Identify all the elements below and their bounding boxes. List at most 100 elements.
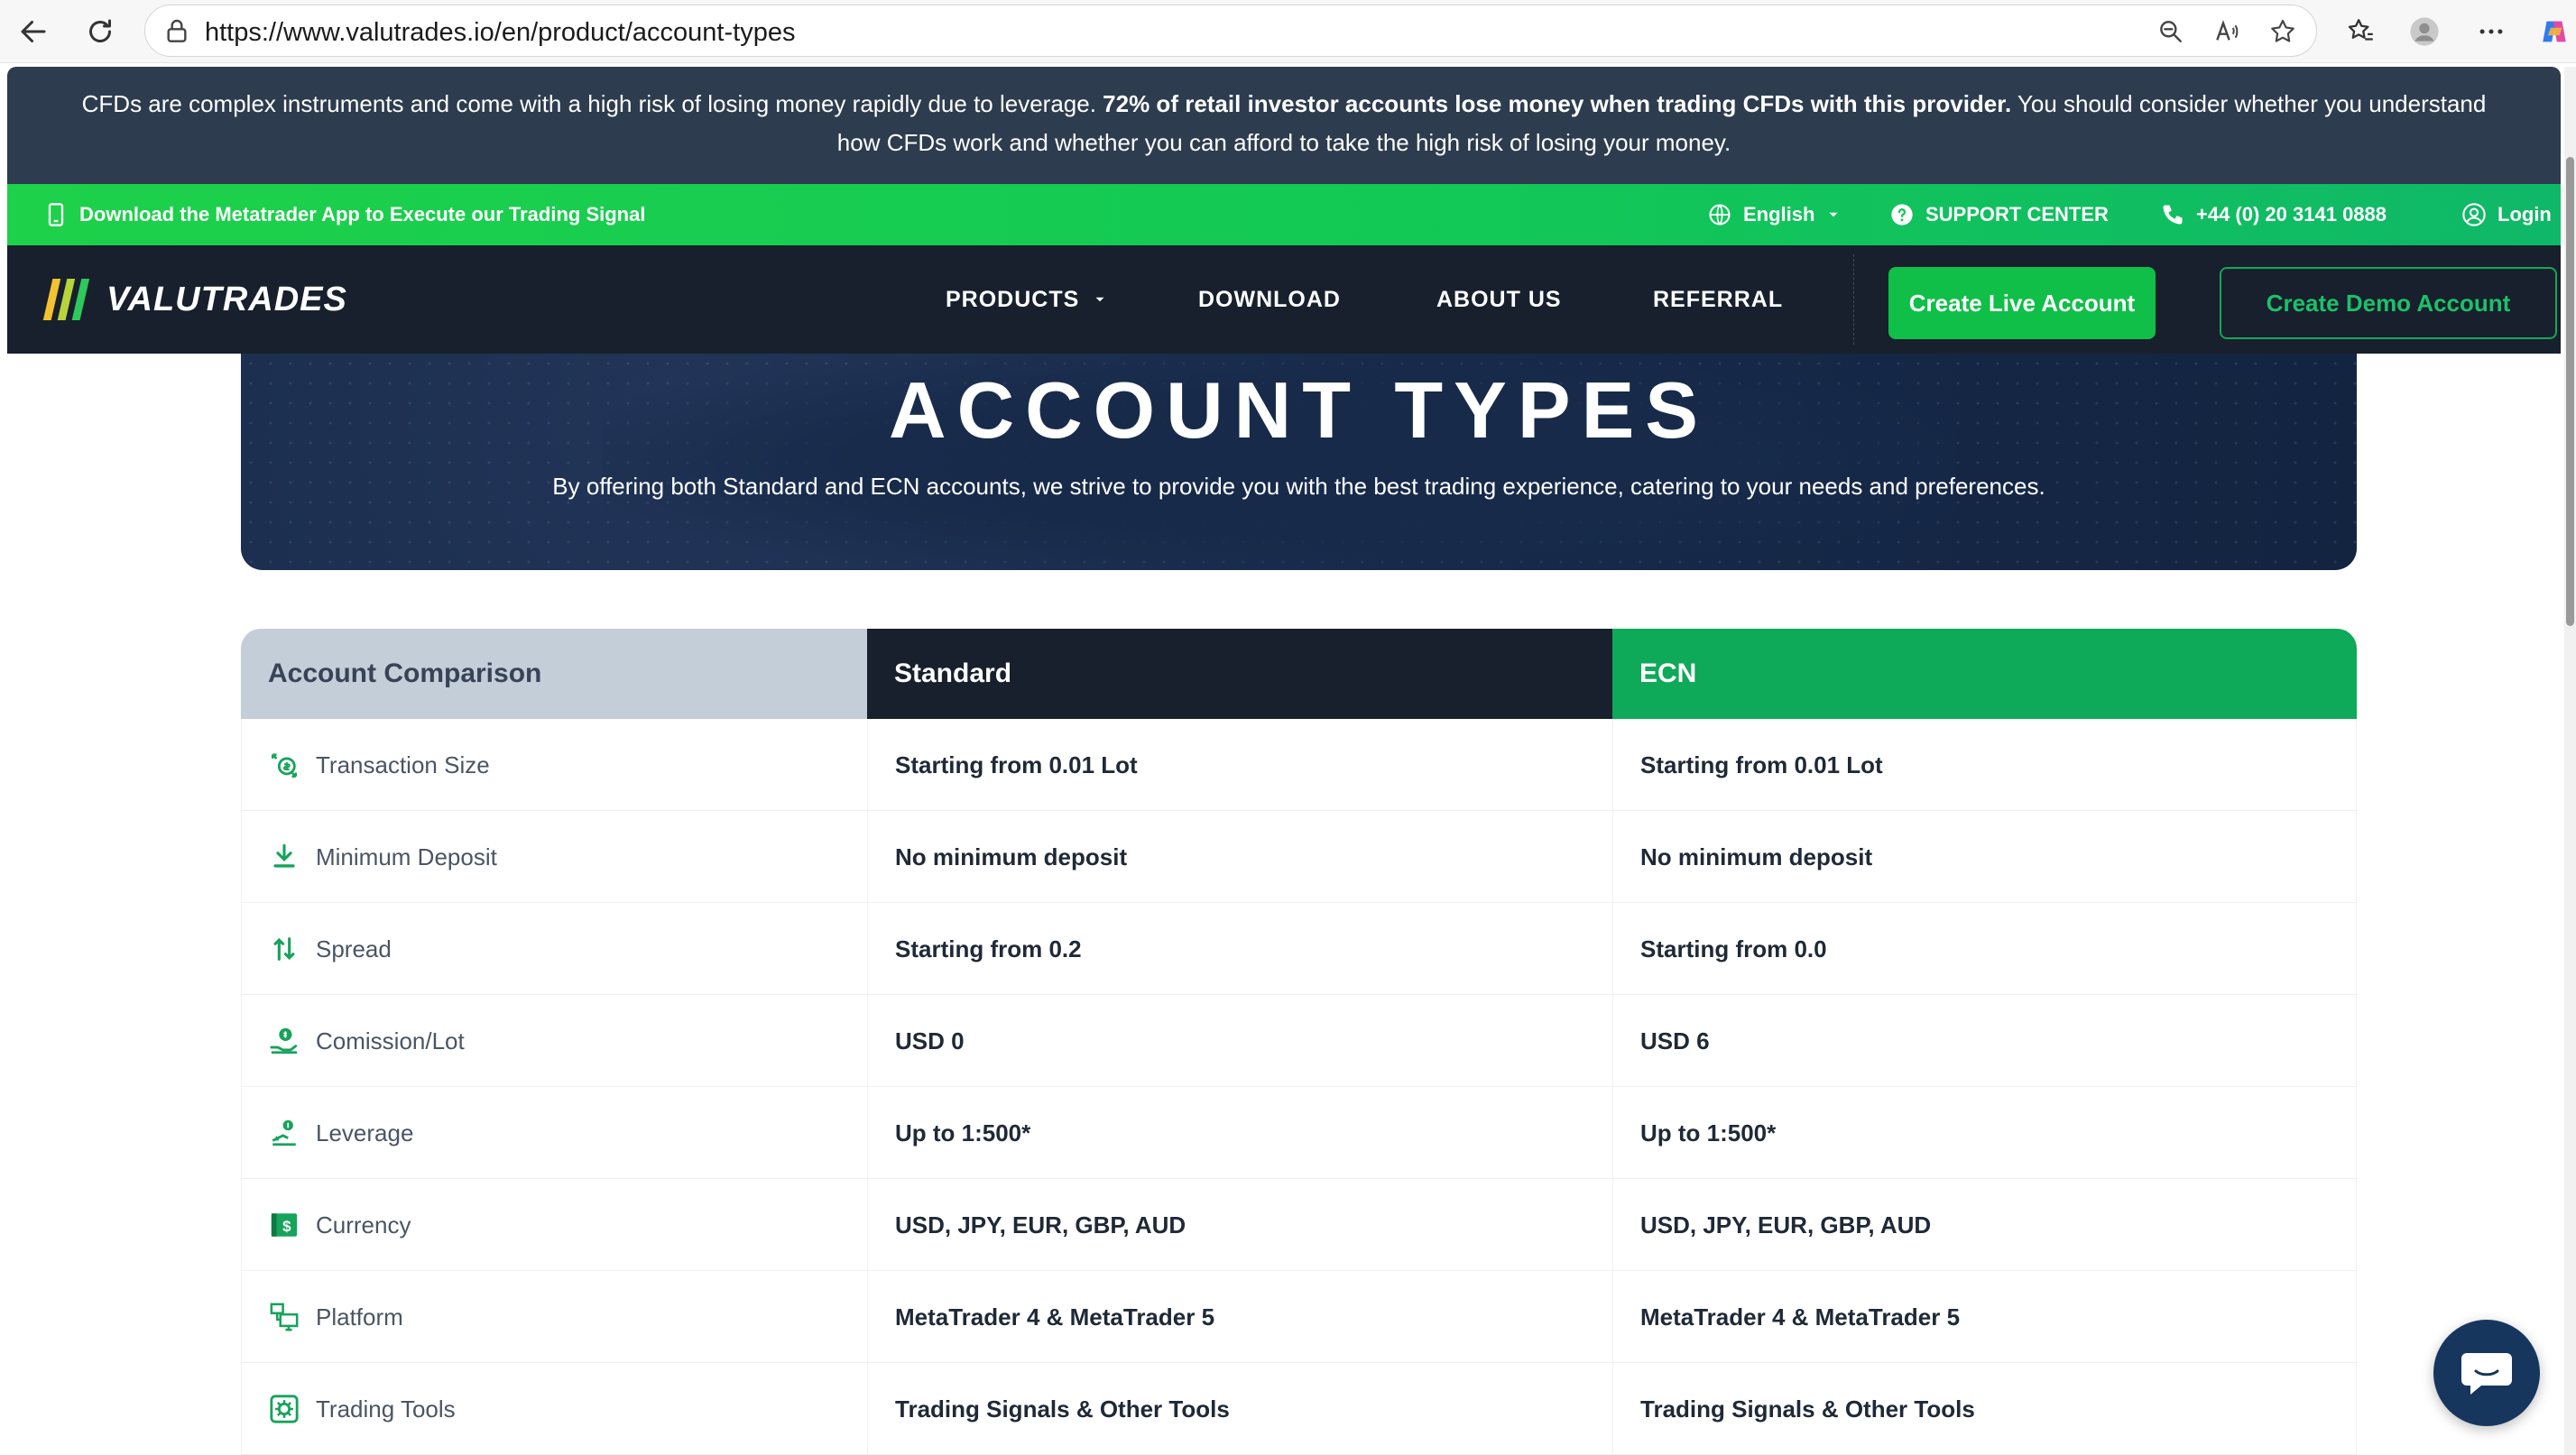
table-row: $ Currency USD, JPY, EUR, GBP, AUD USD, …	[241, 1179, 2357, 1271]
help-circle-icon	[1891, 204, 1913, 226]
nav-divider	[1853, 254, 1854, 345]
row-label: Transaction Size	[316, 751, 490, 778]
header-account-comparison: Account Comparison	[241, 629, 867, 719]
page-title: ACCOUNT TYPES	[889, 365, 1709, 455]
more-menu-button[interactable]	[2470, 11, 2512, 52]
standard-value: Starting from 0.01 Lot	[867, 719, 1612, 811]
login-link[interactable]: Login	[2461, 184, 2552, 245]
row-label: Platform	[316, 1303, 403, 1331]
table-row: Transaction Size Starting from 0.01 Lot …	[241, 719, 2357, 811]
nav-about-label: ABOUT US	[1436, 286, 1562, 312]
copilot-icon	[2543, 21, 2566, 42]
download-app-link[interactable]: Download the Metatrader App to Execute o…	[43, 184, 645, 245]
ecn-value: USD 6	[1612, 995, 2357, 1087]
hero-banner: ACCOUNT TYPES By offering both Standard …	[241, 354, 2357, 570]
nav-download[interactable]: DOWNLOAD	[1198, 245, 1341, 354]
standard-value: MetaTrader 4 & MetaTrader 5	[867, 1271, 1612, 1363]
row-label-cell: Comission/Lot	[241, 995, 867, 1087]
create-demo-account-button[interactable]: Create Demo Account	[2220, 267, 2557, 339]
header-standard: Standard	[867, 629, 1612, 719]
login-label: Login	[2498, 203, 2552, 226]
nav-referral-label: REFERRAL	[1653, 286, 1784, 312]
row-label: Comission/Lot	[316, 1027, 465, 1054]
table-header: Account Comparison Standard ECN	[241, 629, 2357, 719]
back-button[interactable]	[13, 11, 54, 52]
user-circle-icon	[2462, 203, 2486, 226]
scrollbar-thumb[interactable]	[2566, 157, 2574, 626]
mobile-phone-icon	[48, 203, 64, 226]
standard-value: Starting from 0.2	[867, 903, 1612, 995]
nav-about-us[interactable]: ABOUT US	[1436, 245, 1562, 354]
row-label: Spread	[316, 935, 392, 962]
account-comparison-table: Account Comparison Standard ECN Transact…	[241, 629, 2357, 1455]
ecn-value: Trading Signals & Other Tools	[1612, 1363, 2357, 1455]
ecn-value: Starting from 0.01 Lot	[1612, 719, 2357, 811]
table-row: Minimum Deposit No minimum deposit No mi…	[241, 811, 2357, 903]
live-chat-button[interactable]	[2433, 1320, 2540, 1426]
row-label-cell: Minimum Deposit	[241, 811, 867, 903]
address-bar[interactable]: https://www.valutrades.io/en/product/acc…	[144, 5, 2317, 57]
top-utility-bar: Download the Metatrader App to Execute o…	[7, 184, 2561, 245]
page-scrollbar[interactable]	[2564, 67, 2576, 1455]
risk-warning-text: CFDs are complex instruments and come wi…	[81, 90, 1103, 117]
risk-warning-banner: CFDs are complex instruments and come wi…	[7, 67, 2561, 184]
globe-icon	[1709, 204, 1731, 226]
main-navigation: VALUTRADES PRODUCTS DOWNLOAD ABOUT US RE…	[7, 245, 2561, 354]
ecn-value: Starting from 0.0	[1612, 903, 2357, 995]
read-aloud-icon[interactable]	[2211, 16, 2242, 47]
logo-mark-icon	[42, 278, 90, 321]
favorites-icon	[2348, 19, 2373, 41]
phone-icon	[2163, 205, 2183, 225]
table-row: Comission/Lot USD 0 USD 6	[241, 995, 2357, 1087]
language-selector[interactable]: English	[1707, 184, 1842, 245]
ecn-value: MetaTrader 4 & MetaTrader 5	[1612, 1271, 2357, 1363]
url-text[interactable]: https://www.valutrades.io/en/product/acc…	[205, 18, 795, 48]
phone-link[interactable]: +44 (0) 20 3141 0888	[2160, 184, 2387, 245]
browser-toolbar: https://www.valutrades.io/en/product/acc…	[0, 0, 2576, 63]
deposit-icon	[273, 843, 295, 868]
row-label-cell: $ Currency	[241, 1179, 867, 1271]
refresh-icon	[89, 19, 111, 42]
zoom-icon[interactable]	[2156, 16, 2186, 47]
ecn-value: Up to 1:500*	[1612, 1087, 2357, 1179]
commission-hand-icon	[270, 1027, 298, 1054]
row-label-cell: Transaction Size	[241, 719, 867, 811]
avatar-icon	[2410, 17, 2439, 46]
nav-referral[interactable]: REFERRAL	[1653, 245, 1783, 354]
coins-exchange-icon	[271, 753, 298, 778]
lock-icon[interactable]	[162, 16, 192, 47]
valutrades-logo[interactable]: VALUTRADES	[42, 272, 347, 327]
row-label-cell: Trading Tools	[241, 1363, 867, 1455]
spread-arrows-icon	[273, 937, 295, 961]
tools-gear-icon	[270, 1395, 299, 1423]
page-subtitle: By offering both Standard and ECN accoun…	[552, 473, 2045, 500]
row-label: Leverage	[316, 1119, 414, 1147]
leverage-icon	[272, 1119, 296, 1147]
svg-text:$: $	[282, 1218, 291, 1235]
refresh-button[interactable]	[79, 11, 121, 52]
nav-download-label: DOWNLOAD	[1198, 286, 1341, 312]
header-ecn: ECN	[1612, 629, 2357, 719]
row-label: Currency	[316, 1211, 411, 1239]
favorite-star-icon[interactable]	[2267, 16, 2298, 47]
create-live-account-button[interactable]: Create Live Account	[1888, 267, 2156, 339]
row-label-cell: Leverage	[241, 1087, 867, 1179]
support-center-link[interactable]: SUPPORT CENTER	[1889, 184, 2109, 245]
risk-warning-bold: 72% of retail investor accounts lose mon…	[1103, 90, 2012, 117]
ecn-value: USD, JPY, EUR, GBP, AUD	[1612, 1179, 2357, 1271]
nav-products-label: PRODUCTS	[946, 286, 1080, 312]
favorites-list-button[interactable]	[2341, 11, 2382, 52]
row-label: Trading Tools	[316, 1395, 456, 1423]
copilot-button[interactable]	[2534, 11, 2575, 52]
table-row: Spread Starting from 0.2 Starting from 0…	[241, 903, 2357, 995]
ecn-value: No minimum deposit	[1612, 811, 2357, 903]
nav-products[interactable]: PRODUCTS	[946, 245, 1108, 354]
platform-icon	[270, 1303, 299, 1331]
download-app-label: Download the Metatrader App to Execute o…	[79, 203, 646, 226]
language-label: English	[1743, 203, 1815, 226]
caret-down-icon	[1829, 212, 1838, 217]
standard-value: USD, JPY, EUR, GBP, AUD	[867, 1179, 1612, 1271]
profile-button[interactable]	[2404, 11, 2445, 52]
standard-value: No minimum deposit	[867, 811, 1612, 903]
table-row: Platform MetaTrader 4 & MetaTrader 5 Met…	[241, 1271, 2357, 1363]
